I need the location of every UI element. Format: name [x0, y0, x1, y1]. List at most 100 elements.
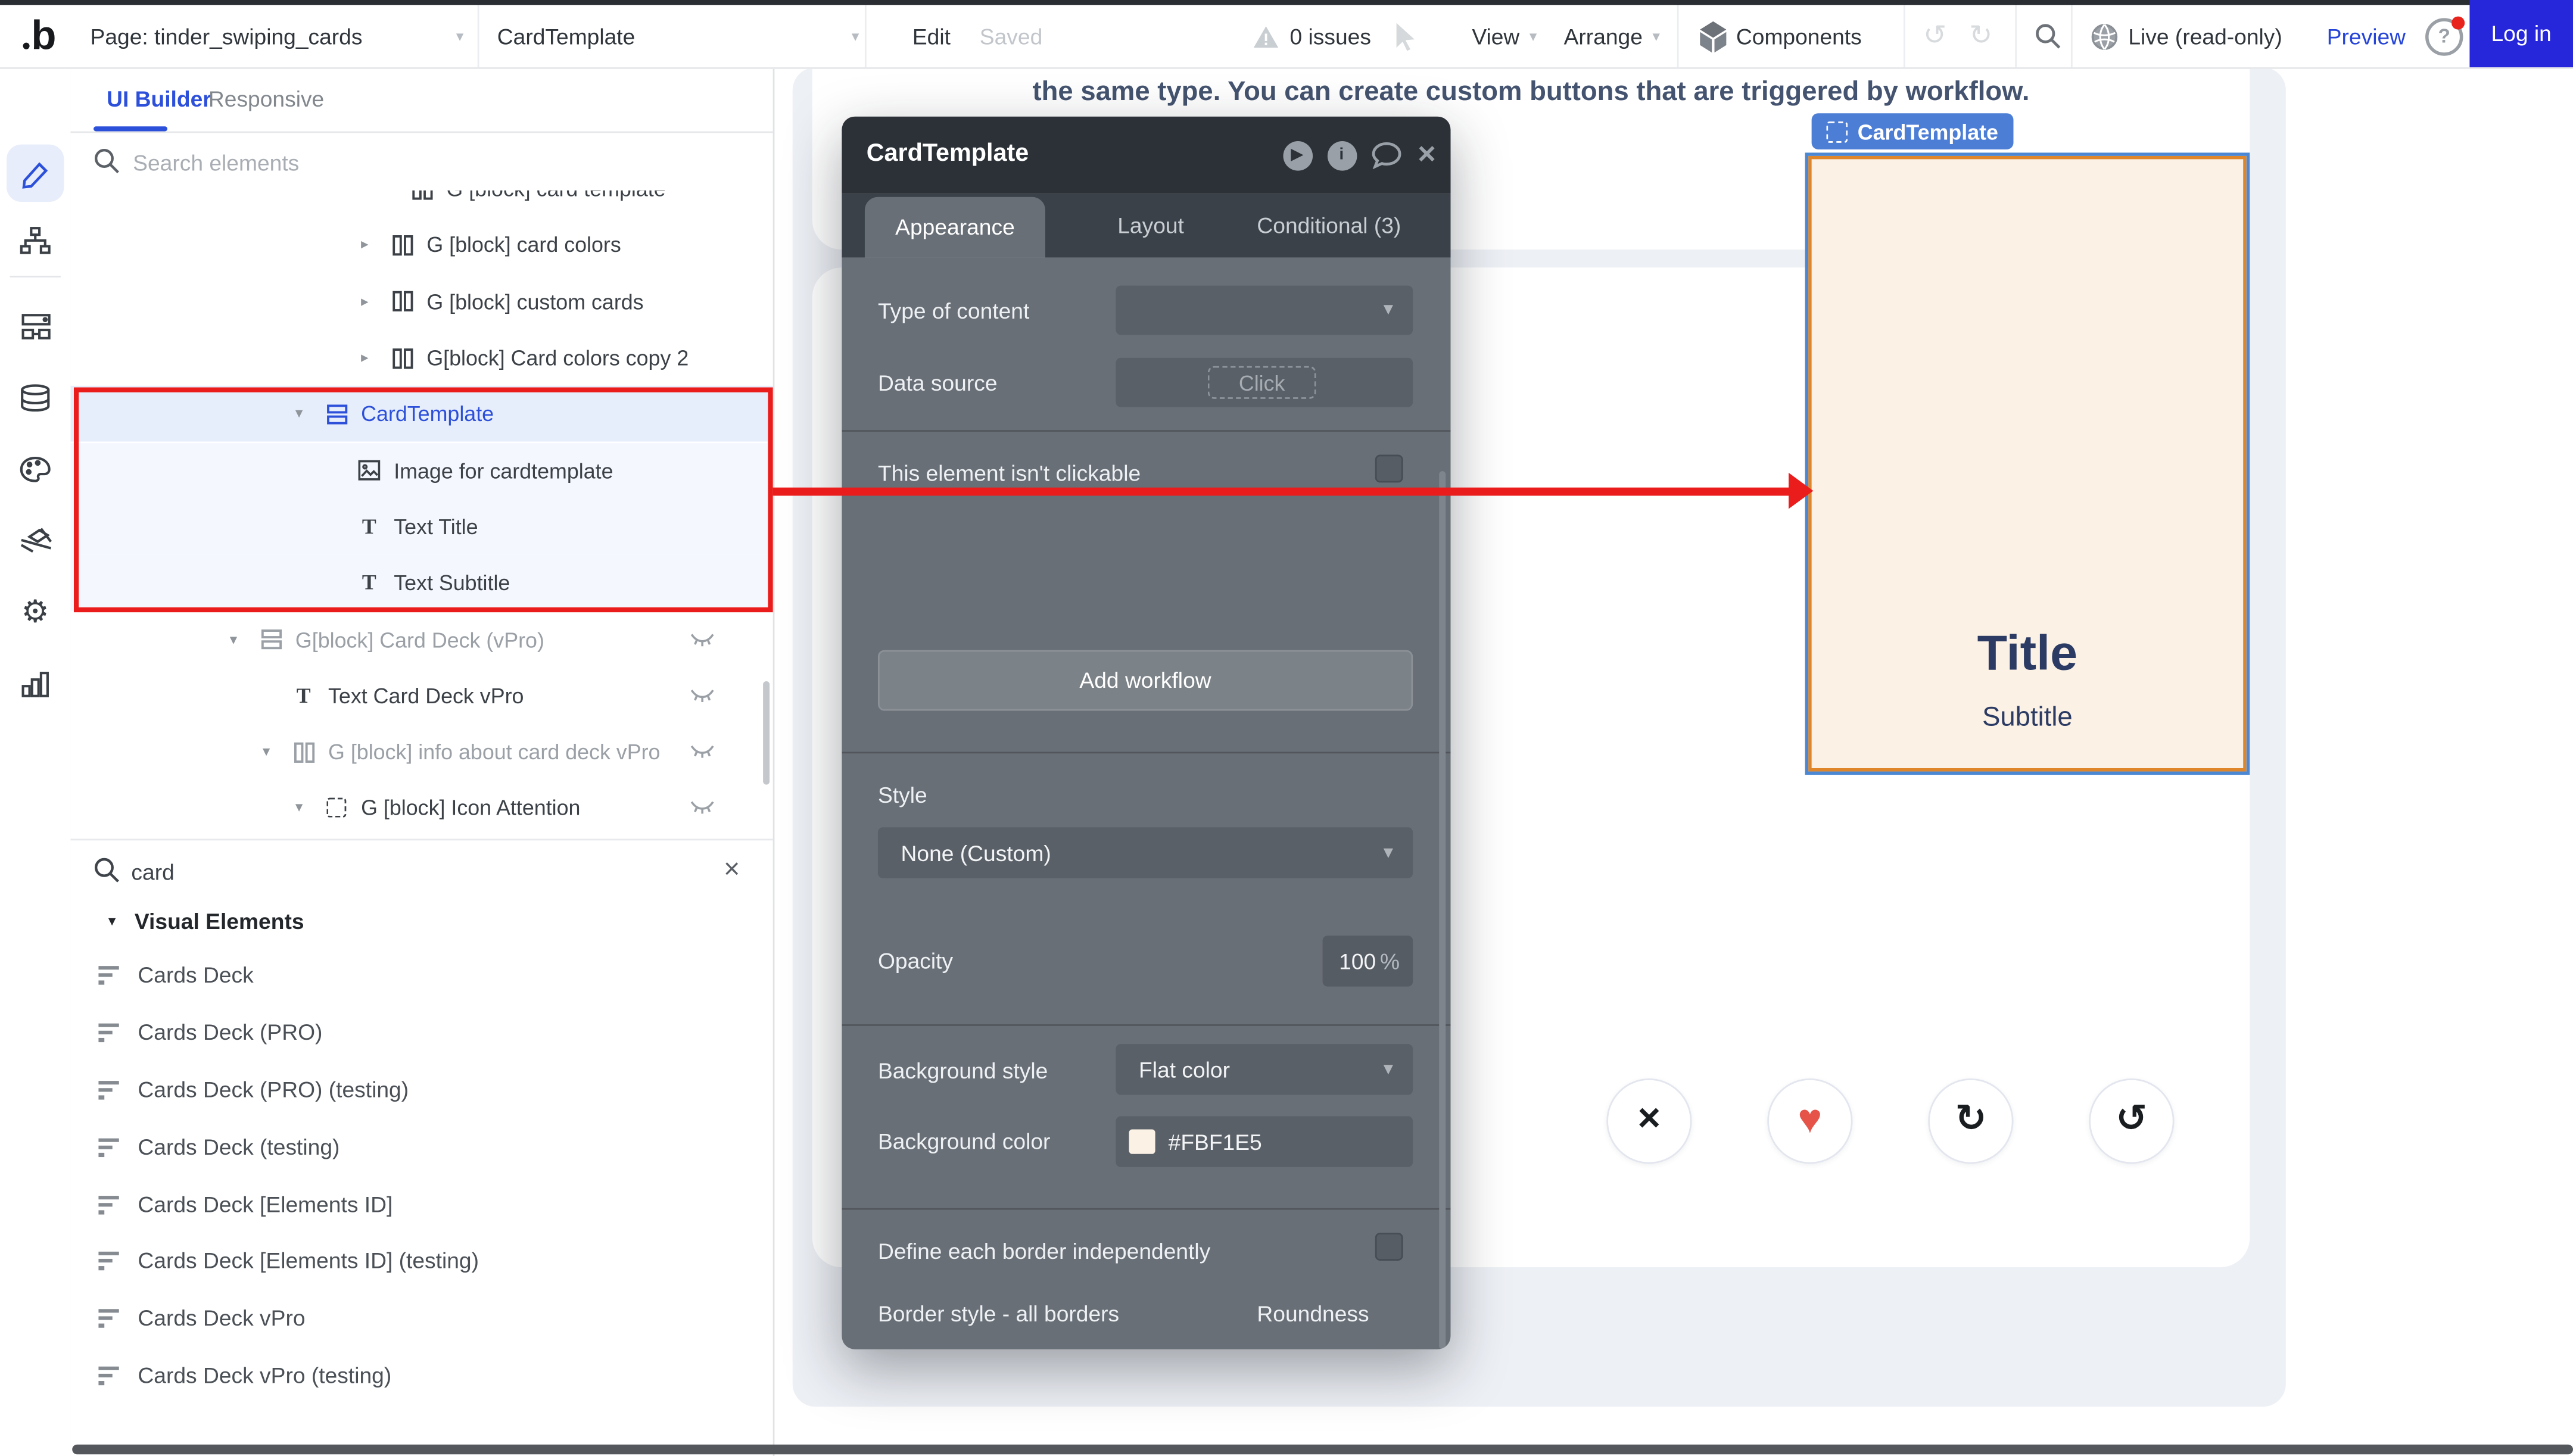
- element-filter-input[interactable]: [128, 852, 676, 891]
- tab-conditional[interactable]: Conditional (3): [1257, 194, 1401, 258]
- style-dropdown[interactable]: None (Custom)▼: [878, 827, 1413, 878]
- caret-right-icon[interactable]: ▸: [361, 236, 368, 254]
- text-element-icon: T: [292, 684, 315, 707]
- preview-button[interactable]: Preview: [2327, 5, 2406, 67]
- page-selector-caret-icon[interactable]: ▾: [446, 5, 463, 67]
- data-source-field[interactable]: Click: [1116, 358, 1413, 407]
- like-button[interactable]: ♥: [1767, 1078, 1852, 1164]
- clickable-checkbox[interactable]: [1375, 455, 1403, 483]
- element-selector-caret-icon[interactable]: ▾: [842, 5, 859, 67]
- independent-borders-checkbox[interactable]: [1375, 1233, 1403, 1261]
- result-item[interactable]: Cards Deck: [70, 947, 772, 1004]
- tree-item[interactable]: G [block] card template: [70, 191, 772, 217]
- caret-down-icon[interactable]: ▾: [295, 799, 303, 817]
- tree-item-label: G [block] info about card deck vPro: [328, 740, 660, 764]
- selected-element-badge[interactable]: CardTemplate: [1812, 113, 2013, 149]
- login-button[interactable]: Log in: [2469, 0, 2573, 67]
- design-tab-icon[interactable]: [0, 146, 70, 202]
- settings-tab-icon[interactable]: ⚙: [0, 584, 70, 640]
- tree-scrollbar[interactable]: [763, 681, 770, 785]
- property-editor-titlebar[interactable]: CardTemplate ▶ i ×: [842, 117, 1450, 194]
- result-item[interactable]: Cards Deck [Elements ID]: [70, 1176, 772, 1233]
- inspector-scrollbar[interactable]: [1439, 471, 1446, 1349]
- cards-deck-element-icon: [98, 1365, 122, 1386]
- type-of-content-dropdown[interactable]: ▼: [1116, 286, 1413, 335]
- tab-appearance[interactable]: Appearance: [865, 197, 1045, 258]
- element-selector[interactable]: CardTemplate: [497, 5, 636, 67]
- info-icon[interactable]: i: [1326, 139, 1357, 170]
- tree-item[interactable]: ▾ G [block] info about card deck vPro: [70, 724, 772, 781]
- card-subtitle[interactable]: Subtitle: [1808, 703, 2247, 734]
- tree-item[interactable]: ▸G [block] custom cards: [70, 273, 772, 330]
- result-item[interactable]: Cards Deck (testing): [70, 1118, 772, 1176]
- live-mode-label[interactable]: Live (read-only): [2128, 5, 2282, 67]
- roundness-label: Roundness: [1257, 1302, 1369, 1326]
- cards-deck-element-icon: [98, 1251, 122, 1272]
- tab-ui-builder[interactable]: UI Builder: [107, 67, 211, 132]
- cursor-tool-icon[interactable]: [1395, 5, 1418, 67]
- eye-closed-icon[interactable]: [689, 687, 715, 704]
- issues-count[interactable]: 0 issues: [1290, 5, 1371, 67]
- components-cube-icon: [1699, 5, 1728, 67]
- result-item[interactable]: Cards Deck (PRO): [70, 1004, 772, 1061]
- tree-item[interactable]: ▾G [block] Icon Attention: [70, 780, 772, 837]
- blocks-tab-icon[interactable]: [0, 299, 70, 355]
- refresh-button[interactable]: ↻: [1928, 1078, 2013, 1164]
- tab-responsive[interactable]: Responsive: [208, 67, 324, 132]
- search-elements-input[interactable]: [130, 143, 629, 182]
- horizontal-scrollbar[interactable]: [72, 1445, 2573, 1455]
- tree-item[interactable]: ▾G[block] Card Deck (vPro): [70, 611, 772, 668]
- page-selector-label: Page: tinder_swiping_cards: [91, 24, 363, 48]
- search-icon[interactable]: [2035, 5, 2061, 67]
- arrange-menu[interactable]: Arrange▾: [1564, 5, 1660, 67]
- result-item[interactable]: Cards Deck vPro: [70, 1290, 772, 1347]
- clear-filter-icon[interactable]: ×: [724, 853, 740, 886]
- caret-down-icon[interactable]: ▾: [263, 743, 270, 761]
- close-icon[interactable]: ×: [1411, 139, 1442, 170]
- result-item[interactable]: Cards Deck [Elements ID] (testing): [70, 1233, 772, 1290]
- close-button[interactable]: ×: [1606, 1078, 1692, 1164]
- eye-closed-icon[interactable]: [689, 800, 715, 817]
- logs-tab-icon[interactable]: [0, 657, 70, 713]
- caret-right-icon[interactable]: ▸: [361, 292, 368, 310]
- edit-menu[interactable]: Edit: [912, 5, 951, 67]
- help-button[interactable]: ?: [2425, 5, 2463, 67]
- eye-closed-icon[interactable]: [689, 631, 715, 648]
- styles-tab-icon[interactable]: [0, 441, 70, 497]
- data-tab-icon[interactable]: [0, 369, 70, 425]
- result-item[interactable]: Cards Deck (PRO) (testing): [70, 1061, 772, 1118]
- card-title[interactable]: Title: [1808, 627, 2247, 683]
- tree-item[interactable]: ▸G[block] Card colors copy 2: [70, 330, 772, 386]
- opacity-input[interactable]: 100 %: [1323, 936, 1413, 986]
- components-menu[interactable]: Components: [1736, 5, 1862, 67]
- view-menu[interactable]: View▾: [1472, 5, 1537, 67]
- caret-right-icon[interactable]: ▸: [361, 349, 368, 367]
- type-of-content-label: Type of content: [878, 299, 1029, 323]
- data-source-click-button[interactable]: Click: [1208, 366, 1316, 399]
- tree-item[interactable]: ▸G [block] card colors: [70, 217, 772, 274]
- comment-icon[interactable]: [1370, 139, 1401, 170]
- background-style-dropdown[interactable]: Flat color▼: [1116, 1044, 1413, 1095]
- page-selector[interactable]: Page: tinder_swiping_cards: [91, 5, 363, 67]
- card-template-element[interactable]: Title Subtitle: [1805, 152, 2250, 775]
- issues-warning-icon: [1252, 5, 1280, 67]
- tree-item[interactable]: TText Card Deck vPro: [70, 668, 772, 724]
- tab-layout[interactable]: Layout: [1117, 194, 1184, 258]
- caret-down-icon[interactable]: ▾: [230, 631, 237, 649]
- bubble-logo[interactable]: b: [23, 5, 55, 67]
- undo-icon[interactable]: ↺: [1923, 5, 1946, 67]
- result-item-label: Cards Deck [Elements ID]: [138, 1192, 393, 1216]
- clickable-label: This element isn't clickable: [878, 462, 1141, 486]
- result-item-label: Cards Deck (testing): [138, 1135, 339, 1159]
- redo-icon[interactable]: ↻: [1969, 5, 1992, 67]
- results-section-header[interactable]: ▾ Visual Elements: [70, 900, 772, 947]
- color-swatch[interactable]: [1129, 1129, 1155, 1153]
- undo-button[interactable]: ↺: [2089, 1078, 2174, 1164]
- run-workflow-icon[interactable]: ▶: [1282, 139, 1313, 170]
- eye-closed-icon[interactable]: [689, 744, 715, 760]
- result-item[interactable]: Cards Deck vPro (testing): [70, 1347, 772, 1404]
- background-color-input[interactable]: #FBF1E5: [1116, 1116, 1413, 1167]
- add-workflow-button[interactable]: Add workflow: [878, 650, 1413, 711]
- workflow-tab-icon[interactable]: [0, 212, 70, 268]
- plugins-tab-icon[interactable]: [0, 512, 70, 568]
